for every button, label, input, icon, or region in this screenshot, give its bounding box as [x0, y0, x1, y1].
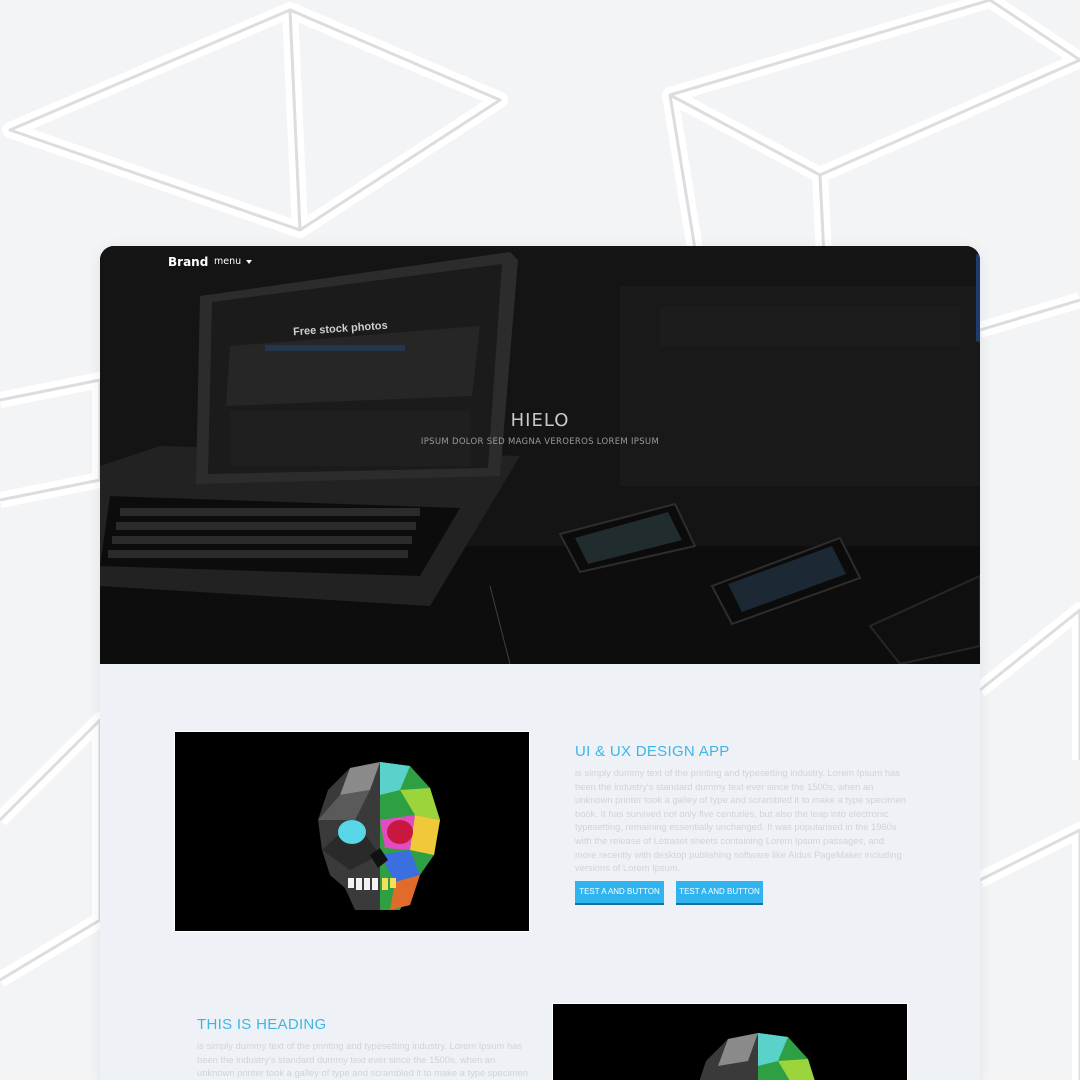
hero-subtitle: IPSUM DOLOR SED MAGNA VEROEROS LOREM IPS… — [420, 437, 660, 447]
skull-image-1 — [174, 731, 530, 932]
scrollbar-thumb[interactable] — [976, 254, 980, 342]
section-1-button-2[interactable]: TEST A AND BUTTON — [676, 881, 763, 905]
menu-dropdown[interactable]: menu — [214, 256, 253, 267]
lowpoly-skull-illustration-2 — [699, 1033, 815, 1080]
section-1-button-1[interactable]: TEST A AND BUTTON — [575, 881, 664, 905]
caret-down-icon — [246, 259, 253, 264]
section-1-title: UI & UX DESIGN APP — [575, 743, 730, 760]
menu-label: menu — [214, 256, 242, 267]
top-navbar: Brand menu — [100, 246, 980, 280]
website-mockup-frame: Free stock photos Brand menu HIELO IPSUM… — [100, 246, 980, 1080]
hero-title: HIELO — [510, 410, 570, 431]
hero-banner: Free stock photos Brand menu HIELO IPSUM… — [100, 246, 980, 664]
skull-image-2 — [552, 1003, 908, 1080]
section-2-text: is simply dummy text of the printing and… — [197, 1040, 528, 1079]
section-1-text: is simply dummy text of the printing and… — [575, 767, 906, 874]
brand-logo[interactable]: Brand — [168, 255, 208, 269]
section-2-title: THIS IS HEADING — [197, 1016, 327, 1033]
lowpoly-skull-illustration — [318, 762, 440, 910]
hero-background-laptop-photo — [100, 246, 980, 664]
